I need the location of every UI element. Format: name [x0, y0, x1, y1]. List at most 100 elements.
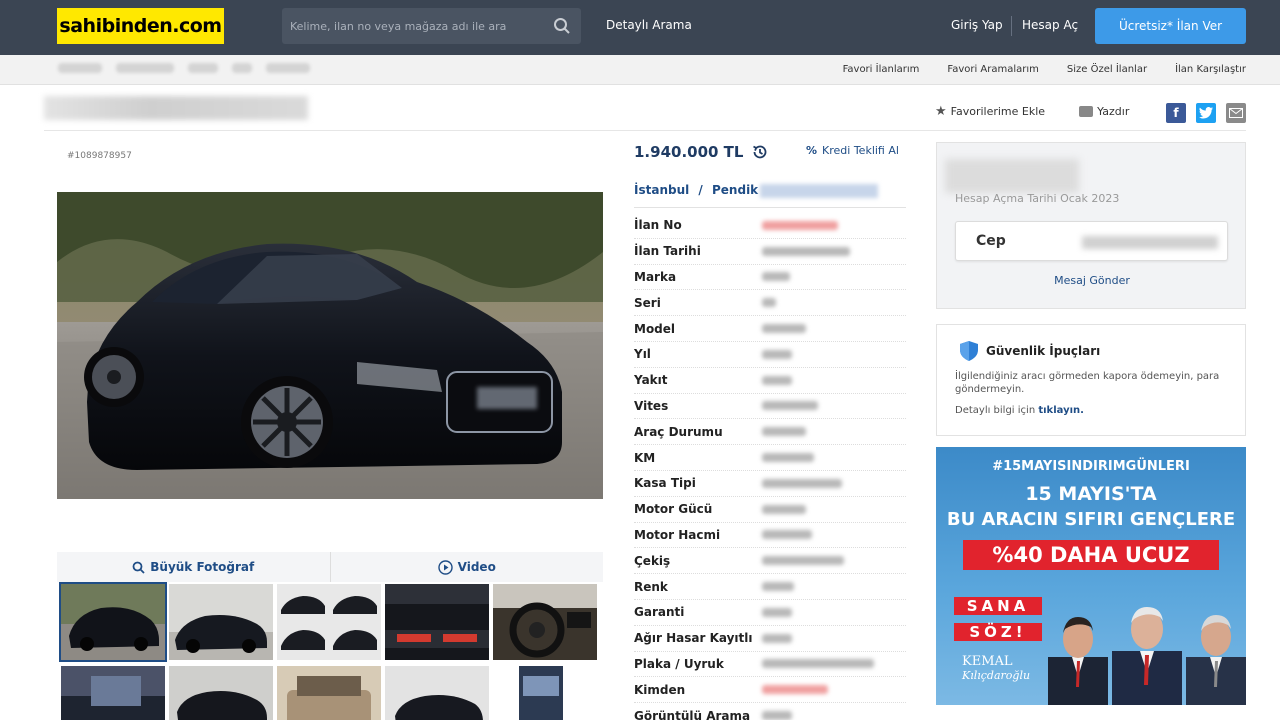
price: 1.940.000 TL	[634, 143, 769, 161]
main-car-photo[interactable]	[57, 192, 603, 499]
spec-label: Model	[634, 321, 676, 336]
send-message-link[interactable]: Mesaj Gönder	[937, 274, 1247, 287]
price-history-icon[interactable]	[751, 143, 769, 161]
phone-box[interactable]: Cep	[955, 221, 1228, 261]
breadcrumb-item[interactable]	[232, 63, 252, 73]
ad-signature-line2: Kılıçdaroğlu	[962, 669, 1031, 682]
site-logo[interactable]: sahibinden.com	[57, 8, 224, 44]
search-input[interactable]	[282, 8, 542, 44]
spec-value	[762, 427, 806, 437]
thumbnail[interactable]	[493, 666, 597, 720]
spec-value	[762, 530, 812, 540]
twitter-icon[interactable]	[1196, 103, 1216, 123]
ad-hashtag: #15MAYISINDIRIMGÜNLERI	[992, 459, 1190, 474]
spec-label: Garanti	[634, 605, 685, 620]
thumbnail[interactable]	[493, 584, 597, 660]
info-divider	[634, 207, 906, 208]
spec-row: Plaka / Uyruk	[634, 652, 906, 678]
spec-label: Yıl	[634, 347, 651, 362]
location-neighborhood[interactable]	[760, 184, 878, 198]
favorite-searches-link[interactable]: Favori Aramalarım	[947, 64, 1039, 75]
thumbnail[interactable]	[385, 666, 489, 720]
spec-value	[762, 375, 792, 385]
phone-number	[1082, 236, 1218, 249]
spec-label: Kasa Tipi	[634, 476, 696, 491]
credit-offer-link[interactable]: % Kredi Teklifi Al	[806, 144, 899, 157]
signup-link[interactable]: Hesap Aç	[1022, 18, 1078, 32]
email-share-icon[interactable]	[1226, 103, 1246, 123]
spec-label: Motor Gücü	[634, 502, 713, 517]
spec-row: Kimden	[634, 677, 906, 704]
facebook-icon[interactable]: f	[1166, 103, 1186, 123]
video-label: Video	[457, 560, 496, 574]
breadcrumb	[58, 63, 310, 75]
spec-row: Marka	[634, 265, 906, 291]
spec-row: Çekiş	[634, 548, 906, 575]
spec-label: Araç Durumu	[634, 424, 723, 439]
thumbnail[interactable]	[385, 584, 489, 660]
spec-row: Motor Gücü	[634, 497, 906, 523]
spec-value	[762, 504, 806, 514]
spec-row: Model	[634, 316, 906, 342]
ad-subheadline: BU ARACIN SIFIRI GENÇLERE	[946, 509, 1236, 530]
thumbnail[interactable]	[277, 584, 381, 660]
user-links: Favori İlanlarım Favori Aramalarım Size …	[843, 64, 1246, 75]
sub-navigation: Favori İlanlarım Favori Aramalarım Size …	[0, 55, 1280, 85]
thumbnail[interactable]	[61, 666, 165, 720]
spec-label: İlan No	[634, 218, 682, 233]
safety-title: Güvenlik İpuçları	[986, 344, 1101, 358]
favorite-listings-link[interactable]: Favori İlanlarım	[843, 64, 920, 75]
spec-label: Marka	[634, 269, 677, 284]
login-link[interactable]: Giriş Yap	[951, 18, 1003, 32]
breadcrumb-item[interactable]	[116, 63, 174, 73]
seller-name[interactable]	[945, 159, 1079, 193]
spec-value	[762, 324, 806, 334]
spec-row: Renk	[634, 574, 906, 600]
thumbnail[interactable]	[59, 582, 167, 662]
photo-thumbnails	[57, 582, 603, 720]
safety-text: İlgilendiğiniz aracı görmeden kapora öde…	[955, 371, 1220, 395]
breadcrumb-item[interactable]	[266, 63, 310, 73]
breadcrumb-item[interactable]	[58, 63, 102, 73]
spec-row: Seri	[634, 290, 906, 317]
detailed-search-link[interactable]: Detaylı Arama	[606, 18, 692, 32]
print-button[interactable]: Yazdır	[1079, 105, 1129, 118]
location-city[interactable]: İstanbul	[634, 183, 689, 197]
search-icon[interactable]	[553, 17, 571, 35]
special-listings-link[interactable]: Size Özel İlanlar	[1067, 64, 1147, 75]
spec-row: İlan No	[634, 213, 906, 239]
safety-more-info: Detaylı bilgi için tıklayın.	[955, 405, 1084, 416]
location-district[interactable]: Pendik	[712, 183, 758, 197]
spec-row: Kasa Tipi	[634, 471, 906, 497]
spec-row: KM	[634, 445, 906, 471]
spec-label: KM	[634, 450, 656, 465]
spec-value	[762, 659, 874, 669]
spec-value	[762, 711, 792, 720]
advertisement-banner[interactable]: #15MAYISINDIRIMGÜNLERI 15 MAYIS'TA BU AR…	[936, 447, 1246, 705]
credit-offer-label: Kredi Teklifi Al	[822, 144, 899, 157]
spec-value	[762, 272, 790, 282]
spec-row: Ağır Hasar Kayıtlı	[634, 626, 906, 652]
thumbnail[interactable]	[169, 584, 273, 660]
spec-label: Çekiş	[634, 553, 671, 568]
post-ad-button[interactable]: Ücretsiz* İlan Ver	[1095, 8, 1246, 44]
spec-value	[762, 556, 844, 566]
logo-text: sahibinden.com	[59, 15, 222, 37]
large-photo-label: Büyük Fotoğraf	[150, 560, 255, 574]
listing-actions: ★ Favorilerime Ekle Yazdır	[935, 104, 1129, 119]
spec-label: Motor Hacmi	[634, 527, 721, 542]
location-separator: /	[698, 183, 703, 197]
safety-more-link[interactable]: tıklayın.	[1038, 405, 1084, 416]
large-photo-tab[interactable]: Büyük Fotoğraf	[57, 552, 330, 582]
spec-row: Garanti	[634, 600, 906, 626]
video-tab[interactable]: Video	[329, 552, 604, 582]
photo-tabs: Büyük Fotoğraf Video	[57, 552, 603, 582]
spec-row: Vites	[634, 394, 906, 420]
add-favorite-button[interactable]: ★ Favorilerime Ekle	[935, 104, 1045, 119]
ad-signature-line1: KEMAL	[962, 654, 1013, 669]
compare-listings-link[interactable]: İlan Karşılaştır	[1175, 64, 1246, 75]
spec-value	[762, 453, 814, 463]
breadcrumb-item[interactable]	[188, 63, 218, 73]
thumbnail[interactable]	[169, 666, 273, 720]
thumbnail[interactable]	[277, 666, 381, 720]
